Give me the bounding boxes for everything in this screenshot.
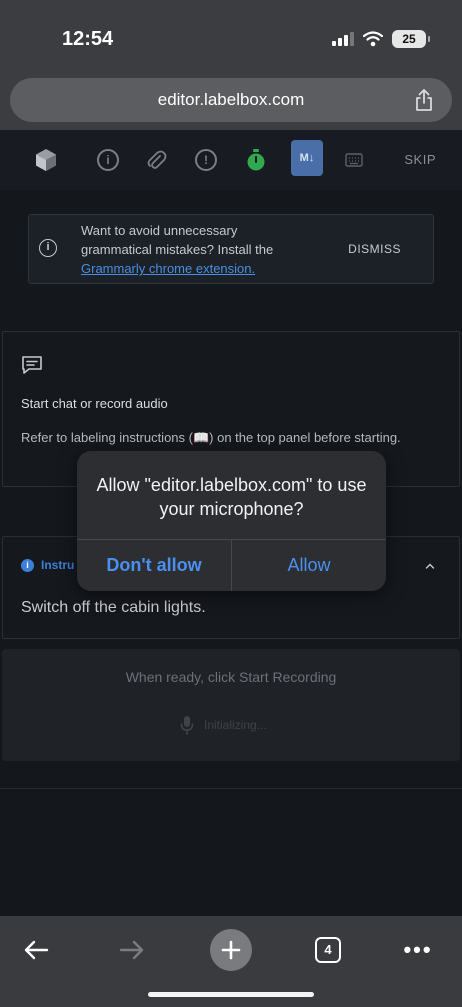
chat-title: Start chat or record audio [21,396,168,411]
markdown-toggle-button[interactable]: M↓ [291,140,323,176]
chat-icon [22,356,42,374]
banner-message: Want to avoid unnecessary grammatical mi… [81,221,311,278]
more-icon: ••• [403,937,433,962]
status-icons: 25 [332,30,430,48]
chevron-up-icon[interactable] [425,561,435,571]
recording-status-text: Initializing... [204,718,267,732]
info-icon: i [39,239,57,257]
recording-hint: When ready, click Start Recording [125,669,337,685]
info-icon[interactable]: i [92,144,124,176]
section-divider [0,788,462,789]
back-arrow-icon [24,940,49,960]
grammarly-banner: i Want to avoid unnecessary grammatical … [28,214,434,284]
attachment-icon[interactable] [140,144,172,176]
recording-status: Initializing... [180,715,267,735]
forward-button[interactable] [110,928,154,972]
banner-text: Want to avoid unnecessary grammatical mi… [81,223,274,257]
tabs-count: 4 [315,937,341,963]
plus-icon [210,929,252,971]
microphone-icon [180,716,194,735]
instruction-text: Switch off the cabin lights. [21,599,206,616]
grammarly-extension-link[interactable]: Grammarly chrome extension. [81,261,255,276]
dont-allow-button[interactable]: Don't allow [77,540,231,591]
more-menu-button[interactable]: ••• [396,928,440,972]
chat-description: Refer to labeling instructions (📖) on th… [21,430,401,445]
skip-button[interactable]: SKIP [404,152,436,167]
allow-button[interactable]: Allow [232,540,386,591]
status-time: 12:54 [62,28,114,50]
instruction-label: Instru [41,558,75,572]
status-bar: 12:54 25 [0,0,462,80]
dismiss-button[interactable]: DISMISS [348,242,401,256]
keyboard-icon[interactable] [338,144,370,176]
dialog-title: Allow "editor.labelbox.com" to use your … [96,475,367,519]
share-icon[interactable] [414,88,434,112]
recording-panel: When ready, click Start Recording Initia… [2,649,460,761]
wifi-icon [363,31,383,47]
editor-toolbar: i ! M↓ SKIP [0,130,462,190]
instruction-info-icon: i [21,559,34,572]
forward-arrow-icon [119,940,144,960]
alert-icon[interactable]: ! [190,144,222,176]
back-button[interactable] [14,928,58,972]
labelbox-logo-icon [30,144,62,176]
home-indicator [148,992,314,997]
url-bar[interactable]: editor.labelbox.com [10,78,452,122]
url-text: editor.labelbox.com [157,90,305,109]
timer-icon[interactable] [240,144,272,176]
new-tab-button[interactable] [209,928,253,972]
battery-icon: 25 [392,30,430,48]
signal-icon [332,32,354,46]
microphone-permission-dialog: Allow "editor.labelbox.com" to use your … [77,451,386,591]
browser-chrome: 12:54 25 editor.labelbox.com [0,0,462,130]
browser-bottom-bar: 4 ••• [0,916,462,1007]
tabs-button[interactable]: 4 [306,928,350,972]
